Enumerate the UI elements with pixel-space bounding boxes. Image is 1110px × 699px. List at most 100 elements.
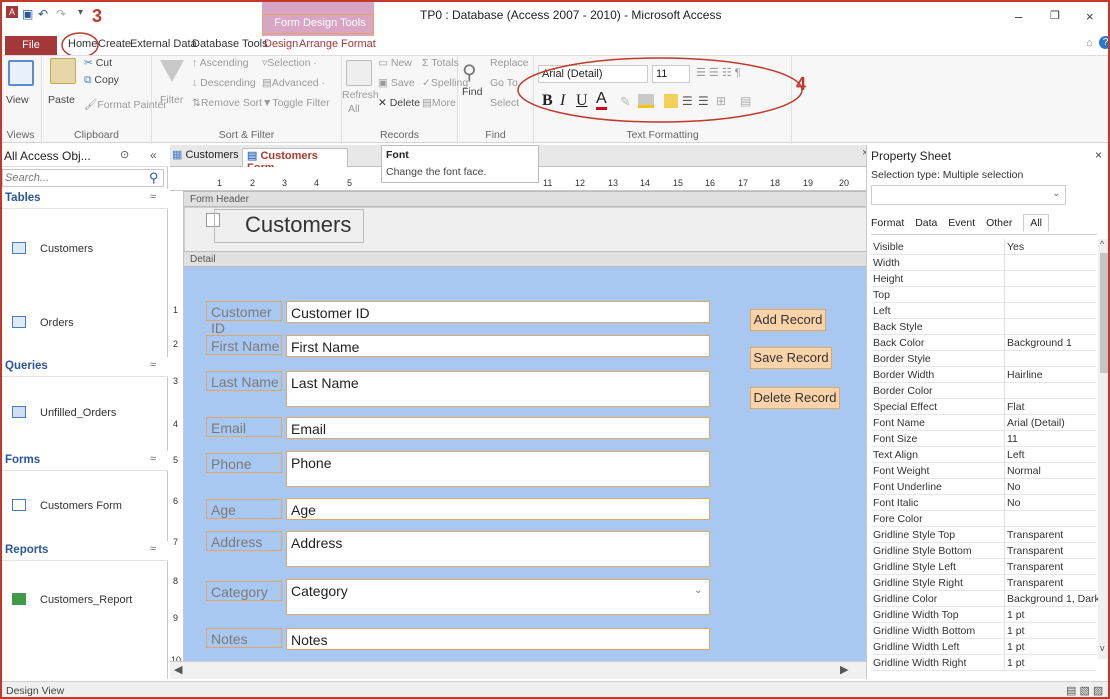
label-phone[interactable]: Phone: [206, 453, 282, 473]
collapse-icon[interactable]: ≈: [150, 453, 156, 465]
paste-button[interactable]: Paste: [48, 94, 75, 106]
tab-arrange[interactable]: Arrange: [299, 38, 338, 50]
delete-button[interactable]: ✕ Delete: [378, 97, 420, 109]
property-value[interactable]: 11: [1007, 433, 1018, 445]
qat-dropdown-icon[interactable]: ▾: [78, 7, 83, 18]
tab-customers-form[interactable]: ▤ Customers Form: [242, 148, 348, 174]
selection-button[interactable]: ▿Selection ·: [262, 57, 317, 69]
property-row[interactable]: Left: [871, 303, 1096, 319]
property-row[interactable]: Gridline Style Left Transparent: [871, 559, 1096, 575]
property-value[interactable]: Yes: [1007, 241, 1024, 253]
scroll-right-icon[interactable]: ▶: [840, 663, 848, 676]
redo-icon[interactable]: ↷: [56, 7, 66, 21]
property-row[interactable]: Gridline Style Bottom Transparent: [871, 543, 1096, 559]
property-row[interactable]: Font Italic No: [871, 495, 1096, 511]
property-row[interactable]: Font Size 11: [871, 431, 1096, 447]
toggle-filter-button[interactable]: ▼Toggle Filter: [262, 97, 330, 109]
label-notes[interactable]: Notes: [206, 628, 282, 648]
tab-data-props[interactable]: Data: [915, 217, 937, 229]
property-row[interactable]: Special Effect Flat: [871, 399, 1096, 415]
label-last-name[interactable]: Last Name: [206, 371, 282, 391]
property-row[interactable]: Gridline Color Background 1, Darker: [871, 591, 1109, 607]
section-tables[interactable]: Tables ≈: [0, 189, 168, 209]
advanced-button[interactable]: ▤Advanced ·: [262, 77, 325, 89]
property-scrollbar[interactable]: ^ v: [1098, 239, 1110, 659]
nav-item-customers-table[interactable]: Customers: [0, 239, 168, 259]
property-row[interactable]: Gridline Style Right Transparent: [871, 575, 1096, 591]
save-record-ribbon-button[interactable]: ▣ Save: [378, 77, 415, 89]
property-row[interactable]: Font Underline No: [871, 479, 1096, 495]
textbox-email[interactable]: Email: [286, 417, 710, 439]
property-value[interactable]: Flat: [1007, 401, 1025, 413]
tab-database-tools[interactable]: Database Tools: [192, 38, 268, 50]
property-value[interactable]: No: [1007, 481, 1020, 493]
property-value[interactable]: 1 pt: [1007, 657, 1025, 669]
scroll-down-icon[interactable]: v: [1100, 643, 1105, 653]
search-icon[interactable]: ⚲: [149, 170, 159, 186]
cut-button[interactable]: ✂ Cut: [84, 57, 112, 69]
label-first-name[interactable]: First Name: [206, 335, 282, 355]
undo-icon[interactable]: ↶: [38, 7, 48, 21]
combobox-category[interactable]: Category: [286, 579, 710, 615]
nav-item-customers-report[interactable]: Customers_Report: [0, 590, 168, 610]
help-icon[interactable]: ⌂: [1086, 37, 1093, 49]
section-reports[interactable]: Reports ≈: [0, 541, 168, 561]
horizontal-scrollbar[interactable]: ◀ ▶: [170, 661, 866, 679]
property-row[interactable]: Width: [871, 255, 1096, 271]
question-icon[interactable]: ?: [1099, 36, 1110, 49]
property-value[interactable]: Transparent: [1007, 545, 1063, 557]
property-row[interactable]: Border Width Hairline: [871, 367, 1096, 383]
copy-button[interactable]: ⧉ Copy: [84, 74, 119, 87]
property-value[interactable]: 1 pt: [1007, 641, 1025, 653]
property-row[interactable]: Font Weight Normal: [871, 463, 1096, 479]
new-record-button[interactable]: ▭ New: [378, 57, 412, 69]
property-row[interactable]: Gridline Style Top Transparent: [871, 527, 1096, 543]
label-email[interactable]: Email: [206, 417, 282, 437]
nav-dropdown-icon[interactable]: ⊙: [120, 148, 129, 161]
view-switch-icons[interactable]: ▤ ▧ ▨: [1066, 684, 1103, 697]
more-button[interactable]: ▤More: [422, 97, 456, 109]
property-value[interactable]: Hairline: [1007, 369, 1043, 381]
property-row[interactable]: Gridline Width Left 1 pt: [871, 639, 1096, 655]
find-button[interactable]: Find: [462, 86, 482, 98]
textbox-age[interactable]: Age: [286, 498, 710, 520]
scroll-thumb[interactable]: [1100, 253, 1108, 373]
label-address[interactable]: Address: [206, 531, 282, 551]
tab-other-props[interactable]: Other: [986, 217, 1012, 229]
refresh-button[interactable]: Refresh: [342, 89, 379, 101]
delete-record-button[interactable]: Delete Record: [750, 387, 840, 409]
scroll-left-icon[interactable]: ◀: [174, 663, 182, 676]
tab-customers-table[interactable]: ▦ Customers: [172, 148, 242, 167]
minimize-button[interactable]: –: [1015, 9, 1022, 24]
selection-dropdown[interactable]: ⌄: [871, 185, 1066, 205]
property-value[interactable]: Left: [1007, 449, 1025, 461]
property-row[interactable]: Fore Color: [871, 511, 1096, 527]
property-row[interactable]: Back Color Background 1: [871, 335, 1096, 351]
ascending-button[interactable]: ↑ Ascending: [192, 57, 249, 69]
label-customer-id[interactable]: Customer ID: [206, 301, 282, 336]
dropdown-icon[interactable]: ⌄: [1052, 188, 1060, 199]
textbox-first-name[interactable]: First Name: [286, 335, 710, 357]
nav-item-customers-form[interactable]: Customers Form: [0, 496, 168, 516]
form-header-bar[interactable]: Form Header: [184, 191, 866, 207]
property-row[interactable]: Gridline Width Top 1 pt: [871, 607, 1096, 623]
property-value[interactable]: Transparent: [1007, 561, 1063, 573]
property-row[interactable]: Border Color: [871, 383, 1096, 399]
tab-event-props[interactable]: Event: [948, 217, 975, 229]
property-row[interactable]: Gridline Width Right 1 pt: [871, 655, 1096, 671]
totals-button[interactable]: Σ Totals: [422, 57, 459, 69]
section-forms[interactable]: Forms ≈: [0, 451, 168, 471]
tab-format[interactable]: Format: [341, 38, 376, 50]
textbox-last-name[interactable]: Last Name: [286, 371, 710, 407]
property-row[interactable]: Back Style: [871, 319, 1096, 335]
property-value[interactable]: Background 1, Darker: [1007, 593, 1109, 605]
property-value[interactable]: Arial (Detail): [1007, 417, 1065, 429]
tab-file[interactable]: File: [5, 36, 57, 55]
save-record-button[interactable]: Save Record: [750, 347, 832, 369]
property-value[interactable]: No: [1007, 497, 1020, 509]
label-age[interactable]: Age: [206, 499, 282, 519]
scroll-up-icon[interactable]: ^: [1100, 239, 1104, 249]
section-queries[interactable]: Queries ≈: [0, 357, 168, 377]
restore-button[interactable]: ❐: [1050, 9, 1060, 22]
refresh-all-button[interactable]: All: [348, 103, 360, 115]
